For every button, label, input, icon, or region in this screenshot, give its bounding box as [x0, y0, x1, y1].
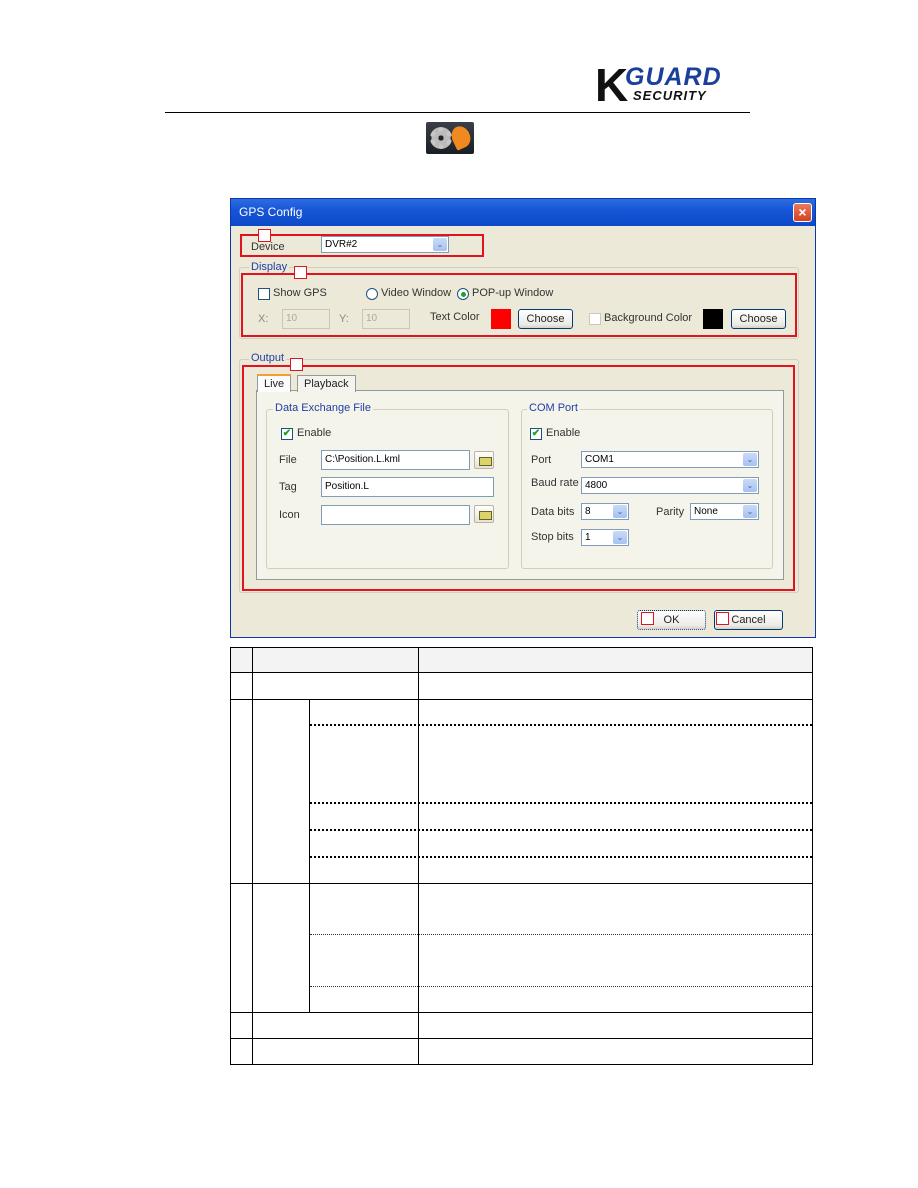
stop-bits-label: Stop bits	[531, 531, 574, 543]
browse-file-folder-icon[interactable]	[474, 451, 494, 469]
text-color-label: Text Color	[430, 311, 480, 323]
data-exchange-group-label: Data Exchange File	[273, 402, 373, 414]
dialog-titlebar: GPS Config ×	[231, 199, 815, 226]
table-border	[230, 647, 231, 1065]
port-select[interactable]: COM1 ⌄	[581, 451, 759, 468]
stop-bits-value: 1	[585, 532, 591, 543]
dialog-title: GPS Config	[239, 205, 303, 219]
file-label: File	[279, 454, 297, 466]
chevron-down-icon: ⌄	[613, 531, 627, 544]
chevron-down-icon: ⌄	[743, 479, 757, 492]
com-port-enable-label: Enable	[546, 427, 581, 439]
callout-marker	[716, 612, 729, 625]
baud-rate-value: 4800	[585, 480, 608, 491]
baud-rate-select[interactable]: 4800 ⌄	[581, 477, 759, 494]
table-subrow-divider	[310, 986, 812, 987]
icon-label: Icon	[279, 509, 300, 521]
device-value: DVR#2	[325, 239, 358, 250]
x-label: X:	[258, 313, 269, 325]
data-exchange-enable-label: Enable	[297, 427, 332, 439]
parity-value: None	[694, 506, 718, 517]
tag-label: Tag	[279, 481, 297, 493]
tag-input[interactable]: Position.L	[321, 477, 494, 497]
background-color-label: Background Color	[604, 312, 693, 324]
table-border	[230, 647, 813, 648]
gps-config-dialog: GPS Config × Device DVR#2 ⌄ Display Show…	[230, 198, 816, 638]
video-window-label: Video Window	[381, 287, 452, 299]
parity-label: Parity	[656, 506, 685, 518]
callout-marker	[294, 266, 307, 279]
background-color-choose-button[interactable]: Choose	[731, 309, 786, 329]
callout-marker	[290, 358, 303, 371]
data-exchange-enable-checkbox[interactable]: ✔	[281, 428, 293, 440]
port-label: Port	[531, 454, 552, 466]
background-color-swatch	[703, 309, 723, 329]
table-border	[230, 1012, 813, 1013]
com-port-enable-checkbox[interactable]: ✔	[530, 428, 542, 440]
chevron-down-icon: ⌄	[743, 505, 757, 518]
table-subrow-divider	[310, 934, 812, 935]
y-label: Y:	[339, 313, 349, 325]
file-input[interactable]: C:\Position.L.kml	[321, 450, 470, 470]
text-color-choose-button[interactable]: Choose	[518, 309, 573, 329]
icon-input[interactable]	[321, 505, 470, 525]
gps-config-icon	[426, 122, 474, 154]
data-bits-select[interactable]: 8 ⌄	[581, 503, 629, 520]
logo-k: K	[595, 59, 628, 111]
output-group-label: Output	[249, 352, 287, 364]
close-icon[interactable]: ×	[793, 203, 812, 222]
manual-page: K GUARD SECURITY GPS Config × Device DVR…	[0, 0, 918, 1188]
parity-select[interactable]: None ⌄	[690, 503, 759, 520]
show-gps-checkbox[interactable]	[258, 288, 270, 300]
video-window-radio[interactable]	[366, 288, 378, 300]
header-divider	[165, 112, 750, 113]
gear-icon	[430, 127, 452, 149]
y-input[interactable]: 10	[362, 309, 410, 329]
table-border	[230, 1038, 813, 1039]
logo-security: SECURITY	[633, 88, 707, 103]
table-header-row	[230, 647, 813, 672]
table-subrow-divider	[310, 856, 812, 858]
chevron-down-icon: ⌄	[433, 238, 447, 251]
table-subrow-divider	[310, 802, 812, 804]
device-select[interactable]: DVR#2 ⌄	[321, 236, 449, 253]
browse-icon-folder-icon[interactable]	[474, 505, 494, 523]
display-group-label: Display	[249, 261, 290, 273]
table-subrow-divider	[310, 724, 812, 726]
baud-rate-label: Baud rate	[531, 477, 579, 489]
background-color-checkbox[interactable]	[589, 313, 601, 325]
chevron-down-icon: ⌄	[743, 453, 757, 466]
show-gps-label: Show GPS	[273, 287, 327, 299]
port-value: COM1	[585, 454, 614, 465]
data-bits-label: Data bits	[531, 506, 575, 518]
popup-window-label: POP-up Window	[472, 287, 554, 299]
table-subrow-divider	[310, 829, 812, 831]
stop-bits-select[interactable]: 1 ⌄	[581, 529, 629, 546]
kguard-logo: K GUARD SECURITY	[595, 59, 755, 111]
table-border	[252, 647, 253, 1065]
table-border	[230, 1064, 813, 1065]
table-border	[230, 883, 813, 884]
text-color-swatch	[491, 309, 511, 329]
table-border	[230, 672, 813, 673]
popup-window-radio[interactable]	[457, 288, 469, 300]
tab-live[interactable]: Live	[257, 374, 292, 392]
device-label: Device	[251, 241, 285, 253]
data-bits-value: 8	[585, 506, 591, 517]
chevron-down-icon: ⌄	[613, 505, 627, 518]
callout-marker	[641, 612, 654, 625]
table-border	[230, 699, 813, 700]
x-input[interactable]: 10	[282, 309, 330, 329]
com-port-group-label: COM Port	[527, 402, 580, 414]
table-border	[812, 647, 813, 1065]
satellite-dish-icon	[448, 123, 474, 151]
tab-playback[interactable]: Playback	[297, 375, 356, 392]
